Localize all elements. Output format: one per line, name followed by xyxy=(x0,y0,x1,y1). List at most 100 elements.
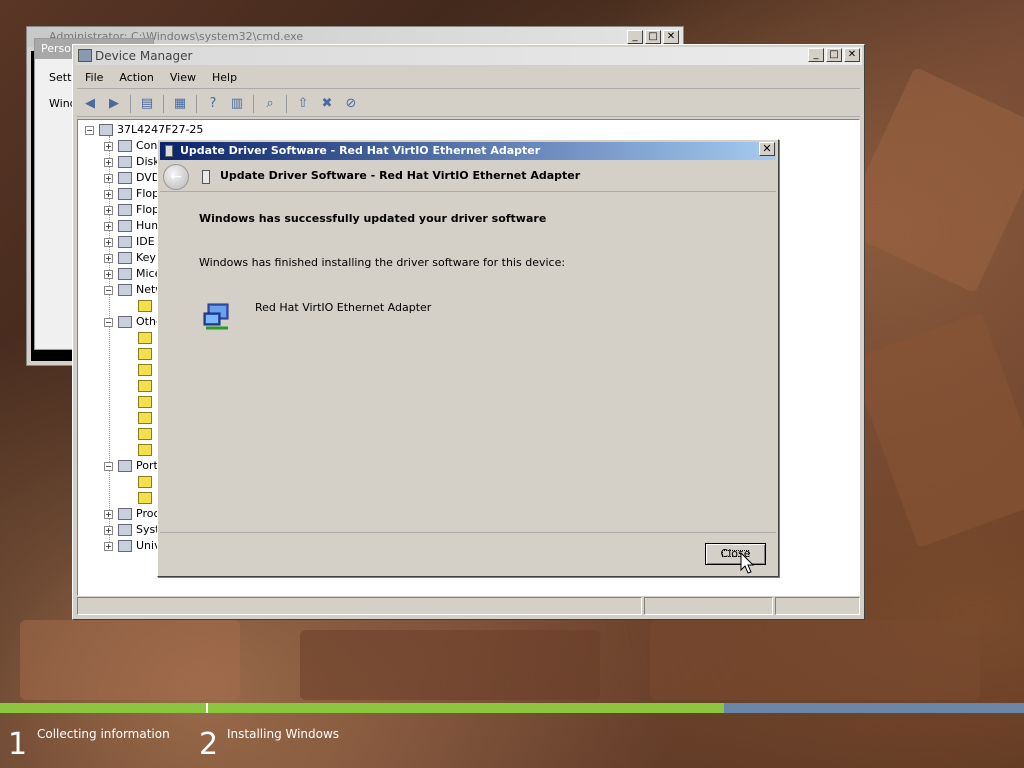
setup-step-label: Installing Windows xyxy=(227,727,340,741)
tree-category[interactable]: + Syst xyxy=(104,522,160,538)
mouse-icon xyxy=(118,268,132,280)
back-arrow-icon[interactable]: ◀ xyxy=(80,94,100,114)
system-devices-icon xyxy=(118,524,132,536)
setup-step-number: 2 xyxy=(199,727,219,762)
back-arrow-icon[interactable]: ← xyxy=(163,164,189,190)
expand-toggle[interactable]: + xyxy=(104,253,113,263)
tree-device[interactable] xyxy=(138,442,156,458)
setup-progress-fill xyxy=(0,703,724,713)
tree-device[interactable] xyxy=(138,362,156,378)
device-icon xyxy=(202,170,210,184)
status-pane xyxy=(775,597,860,615)
warning-device-icon xyxy=(138,380,152,392)
dialog-title: Update Driver Software - Red Hat VirtIO … xyxy=(180,144,541,157)
close-button[interactable]: ✕ xyxy=(844,48,860,62)
tree-root[interactable]: − 37L4247F27-25 xyxy=(85,122,203,138)
update-driver-dialog[interactable]: Update Driver Software - Red Hat VirtIO … xyxy=(157,139,779,577)
tree-category[interactable]: + Proc xyxy=(104,506,160,522)
menu-file[interactable]: File xyxy=(77,71,111,84)
tree-category-label: Key xyxy=(136,251,156,264)
mouse-pointer-icon xyxy=(740,552,755,574)
view-icon[interactable]: ▥ xyxy=(227,94,247,114)
tree-category-label: Flop xyxy=(136,187,160,200)
toolbar-separator xyxy=(130,94,131,113)
expand-toggle[interactable]: + xyxy=(104,189,113,199)
maximize-button[interactable]: □ xyxy=(645,30,661,44)
finished-message: Windows has finished installing the driv… xyxy=(199,256,566,269)
expand-toggle[interactable]: + xyxy=(104,221,113,231)
warning-device-icon xyxy=(138,476,152,488)
status-pane xyxy=(643,597,774,615)
setup-progress-bar xyxy=(0,703,1024,713)
properties-icon[interactable]: ▦ xyxy=(170,94,190,114)
show-hide-tree-icon[interactable]: ▤ xyxy=(137,94,157,114)
tree-category[interactable]: + Hum xyxy=(104,218,162,234)
background-chocolate-block xyxy=(300,630,600,700)
menu-view[interactable]: View xyxy=(162,71,204,84)
expand-toggle[interactable]: + xyxy=(104,525,113,535)
warning-device-icon xyxy=(138,348,152,360)
dialog-body: Windows has successfully updated your dr… xyxy=(160,193,776,533)
tree-device[interactable] xyxy=(138,410,156,426)
expand-toggle[interactable]: + xyxy=(104,541,113,551)
tree-category[interactable]: + Mice xyxy=(104,266,161,282)
ports-icon xyxy=(118,460,132,472)
tree-category[interactable]: − Netw xyxy=(104,282,164,298)
expand-toggle[interactable]: + xyxy=(104,141,113,151)
disable-icon[interactable]: ⊘ xyxy=(341,94,361,114)
dialog-close-button[interactable]: ✕ xyxy=(759,142,775,156)
other-devices-icon xyxy=(118,316,132,328)
tree-category[interactable]: + Univ xyxy=(104,538,161,554)
tree-category[interactable]: + Disk xyxy=(104,154,160,170)
warning-device-icon xyxy=(138,300,152,312)
expand-toggle[interactable]: + xyxy=(104,157,113,167)
tree-category[interactable]: − Othe xyxy=(104,314,163,330)
minimize-button[interactable]: _ xyxy=(627,30,643,44)
scan-hardware-icon[interactable]: ⌕ xyxy=(260,94,280,114)
close-button[interactable]: Close xyxy=(705,543,766,565)
expand-toggle[interactable]: + xyxy=(104,173,113,183)
tree-category[interactable]: + DVD xyxy=(104,170,160,186)
toolbar-separator xyxy=(163,94,164,113)
device-manager-titlebar[interactable]: Device Manager xyxy=(75,47,862,65)
tree-category[interactable]: + Flop xyxy=(104,202,159,218)
forward-arrow-icon[interactable]: ▶ xyxy=(104,94,124,114)
background-chocolate-block xyxy=(838,66,1024,294)
minimize-button[interactable]: _ xyxy=(808,48,824,62)
dialog-titlebar[interactable]: Update Driver Software - Red Hat VirtIO … xyxy=(160,142,776,160)
expand-toggle[interactable]: + xyxy=(104,237,113,247)
close-button[interactable]: ✕ xyxy=(663,30,679,44)
tree-device[interactable] xyxy=(138,298,156,314)
collapse-toggle[interactable]: − xyxy=(104,461,113,471)
warning-device-icon xyxy=(138,492,152,504)
tree-category[interactable]: − Port xyxy=(104,458,158,474)
expand-toggle[interactable]: + xyxy=(104,205,113,215)
tree-category-label: Syst xyxy=(136,523,160,536)
collapse-toggle[interactable]: − xyxy=(104,317,113,327)
maximize-button[interactable]: □ xyxy=(826,48,842,62)
uninstall-icon[interactable]: ✖ xyxy=(317,94,337,114)
tree-category[interactable]: + Flop xyxy=(104,186,159,202)
tree-device[interactable] xyxy=(138,490,156,506)
menu-action[interactable]: Action xyxy=(111,71,161,84)
tree-category[interactable]: + Con xyxy=(104,138,157,154)
tree-device[interactable] xyxy=(138,426,156,442)
tree-device[interactable] xyxy=(138,394,156,410)
tree-device[interactable] xyxy=(138,474,156,490)
expand-toggle[interactable]: + xyxy=(104,509,113,519)
update-driver-icon[interactable]: ⇧ xyxy=(293,94,313,114)
tree-category[interactable]: + IDE xyxy=(104,234,155,250)
menu-help[interactable]: Help xyxy=(204,71,245,84)
warning-device-icon xyxy=(138,364,152,376)
tree-category[interactable]: + Key xyxy=(104,250,156,266)
tree-device[interactable] xyxy=(138,330,156,346)
collapse-toggle[interactable]: − xyxy=(104,285,113,295)
expand-toggle[interactable]: + xyxy=(104,269,113,279)
toolbar-separator xyxy=(286,94,287,113)
tree-device[interactable] xyxy=(138,378,156,394)
tree-device[interactable] xyxy=(138,346,156,362)
dialog-header: ← Update Driver Software - Red Hat VirtI… xyxy=(160,162,776,192)
collapse-toggle[interactable]: − xyxy=(85,125,94,135)
floppy-icon xyxy=(118,204,132,216)
help-icon[interactable]: ? xyxy=(203,94,223,114)
